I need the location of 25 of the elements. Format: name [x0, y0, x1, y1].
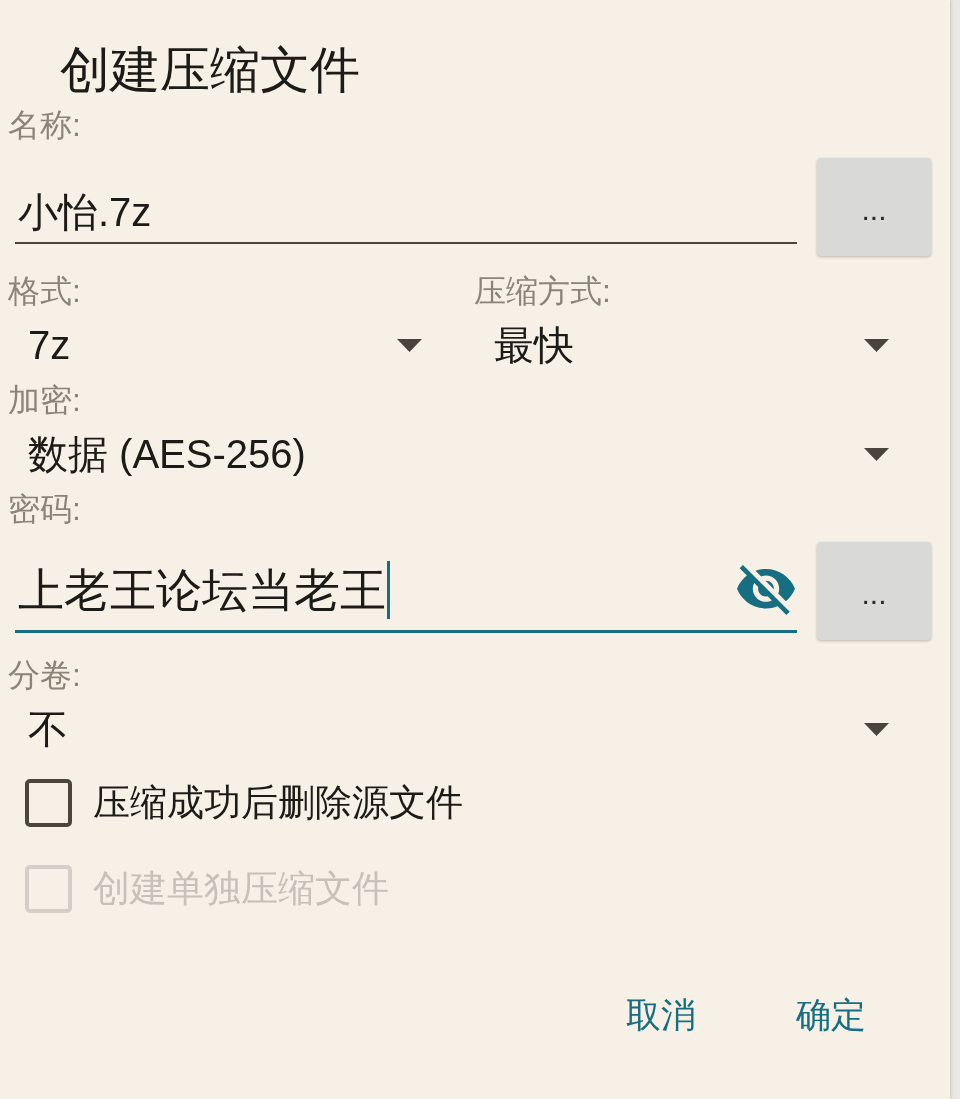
field-label: 分卷: [8, 657, 81, 693]
field-label: 密码: [8, 491, 81, 527]
ok-button[interactable]: 确定 [780, 986, 882, 1044]
checkbox-label[interactable]: 压缩成功后删除源文件 [93, 781, 463, 825]
dropdown[interactable]: 最快 [474, 315, 889, 375]
dropdown[interactable]: 7z [8, 315, 422, 375]
text-cursor [387, 561, 390, 619]
caret-icon [864, 338, 889, 352]
dropdown[interactable]: 不 [8, 699, 889, 759]
browse-button[interactable]: ... [817, 158, 931, 256]
password-field[interactable]: 上老王论坛当老王 [15, 555, 797, 633]
caret-icon [864, 447, 889, 461]
caret-icon [397, 338, 422, 352]
eye-off-icon[interactable] [737, 565, 795, 615]
field-label: 压缩方式: [474, 273, 611, 309]
dialog-title: 创建压缩文件 [60, 41, 361, 100]
text-field[interactable]: 小怡.7z [15, 180, 797, 244]
field-label: 格式: [8, 273, 81, 309]
browse-button[interactable]: ... [817, 542, 931, 640]
caret-icon [864, 722, 889, 736]
field-label: 加密: [8, 382, 81, 418]
field-label: 名称: [8, 107, 81, 143]
checkbox[interactable] [25, 779, 72, 827]
dropdown[interactable]: 数据 (AES-256) [8, 424, 889, 484]
cancel-button[interactable]: 取消 [610, 986, 712, 1044]
